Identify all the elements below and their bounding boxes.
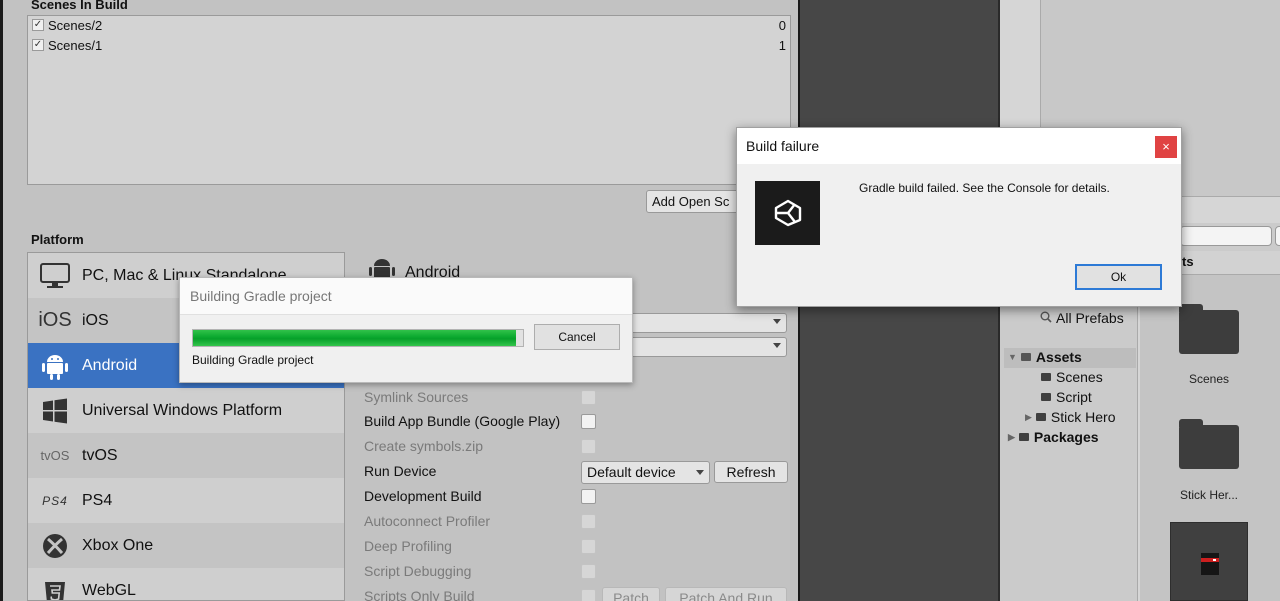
folder-icon — [1020, 353, 1031, 361]
autoconnect-profiler-checkbox[interactable] — [581, 514, 596, 529]
build-app-bundle-checkbox[interactable] — [581, 414, 596, 429]
expand-arrow-icon[interactable]: ▼ — [1008, 352, 1017, 362]
platform-item-webgl[interactable]: WebGL — [28, 568, 344, 600]
tree-item-script[interactable]: Script — [1041, 389, 1092, 405]
progress-bar-fill — [193, 330, 517, 346]
scene-index: 0 — [778, 17, 786, 33]
tree-label: Scenes — [1056, 369, 1103, 385]
progress-dialog-body: Cancel Building Gradle project — [180, 314, 632, 382]
scene-index: 1 — [778, 37, 786, 53]
ninja-sprite-icon — [1201, 553, 1219, 575]
windows-icon — [36, 398, 74, 424]
platform-item-tvos[interactable]: tvOS tvOS — [28, 433, 344, 478]
platform-label: WebGL — [82, 581, 136, 599]
tree-item-all-prefabs[interactable]: All Prefabs — [1040, 310, 1124, 326]
build-failure-dialog: Build failure × Gradle build failed. See… — [736, 127, 1182, 307]
progress-dialog: Building Gradle project Cancel Building … — [179, 277, 633, 383]
tree-label: Script — [1056, 389, 1092, 405]
setting-development-build: Development Build — [364, 488, 482, 504]
ios-icon: iOS — [38, 309, 72, 331]
tree-label: Stick Hero — [1050, 409, 1116, 425]
scene-name: Scenes/1 — [48, 37, 103, 53]
dialog-message: Gradle build failed. See the Console for… — [859, 181, 1110, 195]
refresh-button[interactable]: Refresh — [714, 461, 788, 483]
grid-item-label: Stick Her... — [1179, 488, 1238, 502]
platform-label: iOS — [82, 311, 109, 329]
create-symbols-checkbox[interactable] — [581, 439, 596, 454]
tree-label: Assets — [1035, 349, 1082, 365]
platform-label: tvOS — [82, 446, 118, 464]
platform-title: Platform — [31, 232, 84, 247]
scene-name: Scenes/2 — [48, 17, 103, 33]
scenes-in-build-title: Scenes In Build — [31, 0, 128, 12]
chevron-down-icon — [696, 470, 704, 475]
close-button[interactable]: × — [1155, 136, 1177, 158]
scene-checkbox[interactable]: ✓ — [32, 39, 44, 51]
html5-icon — [36, 577, 74, 600]
platform-item-uwp[interactable]: Universal Windows Platform — [28, 388, 344, 433]
monitor-icon — [36, 262, 74, 290]
scene-row[interactable]: ✓ Scenes/2 0 — [32, 17, 786, 33]
android-icon — [36, 352, 74, 380]
setting-script-debugging: Script Debugging — [364, 563, 472, 579]
platform-label: Xbox One — [82, 536, 154, 554]
run-device-value: Default device — [587, 464, 676, 480]
symlink-sources-checkbox[interactable] — [581, 390, 596, 405]
expand-arrow-icon[interactable]: ▶ — [1025, 412, 1032, 423]
tree-item-assets[interactable]: ▼ Assets — [1008, 349, 1082, 365]
chevron-down-icon — [773, 319, 781, 324]
folder-icon — [1035, 413, 1046, 421]
setting-build-app-bundle: Build App Bundle (Google Play) — [364, 413, 561, 429]
tree-label: Packages — [1033, 429, 1099, 445]
tree-item-packages[interactable]: ▶ Packages — [1008, 429, 1099, 445]
unity-logo-icon — [755, 181, 820, 245]
search-input[interactable] — [1180, 226, 1272, 246]
script-debugging-checkbox[interactable] — [581, 564, 596, 579]
scripts-only-build-checkbox[interactable] — [581, 589, 596, 601]
grid-item-label: Scenes — [1188, 372, 1230, 386]
folder-icon — [1018, 433, 1029, 441]
patch-button[interactable]: Patch — [602, 587, 660, 601]
scene-checkbox[interactable]: ✓ — [32, 19, 44, 31]
dialog-title: Build failure — [746, 138, 820, 154]
platform-label: Android — [82, 356, 138, 374]
deep-profiling-checkbox[interactable] — [581, 539, 596, 554]
scenes-list[interactable]: ✓ Scenes/2 0 ✓ Scenes/1 1 — [27, 15, 791, 185]
platform-label: PS4 — [82, 491, 113, 509]
tree-item-stick-hero[interactable]: ▶ Stick Hero — [1025, 409, 1116, 425]
ok-button[interactable]: Ok — [1075, 264, 1162, 290]
platform-item-ps4[interactable]: PS4 PS4 — [28, 478, 344, 523]
progress-bar — [192, 329, 524, 347]
prefab-thumbnail[interactable] — [1170, 522, 1248, 601]
tvos-icon: tvOS — [40, 448, 70, 463]
tree-label: All Prefabs — [1056, 310, 1124, 326]
run-device-dropdown[interactable]: Default device — [581, 461, 710, 484]
setting-create-symbols: Create symbols.zip — [364, 438, 484, 454]
setting-symlink-sources: Symlink Sources — [364, 389, 469, 405]
platform-label: Universal Windows Platform — [82, 401, 283, 419]
progress-status-text: Building Gradle project — [192, 353, 314, 367]
search-input-secondary[interactable] — [1275, 226, 1280, 246]
cancel-button[interactable]: Cancel — [534, 324, 620, 350]
platform-item-xbox[interactable]: Xbox One — [28, 523, 344, 568]
xbox-icon — [36, 533, 74, 559]
tree-item-scenes[interactable]: Scenes — [1041, 369, 1103, 385]
folder-icon[interactable] — [1179, 304, 1239, 354]
dialog-titlebar: Build failure × — [737, 128, 1181, 164]
setting-scripts-only-build: Scripts Only Build — [364, 588, 475, 601]
folder-icon — [1041, 373, 1051, 381]
patch-and-run-button[interactable]: Patch And Run — [665, 587, 787, 601]
folder-icon[interactable] — [1179, 419, 1239, 469]
setting-run-device: Run Device — [364, 463, 437, 479]
expand-arrow-icon[interactable]: ▶ — [1008, 432, 1015, 443]
progress-dialog-title: Building Gradle project — [190, 288, 332, 304]
folder-icon — [1041, 393, 1051, 401]
development-build-checkbox[interactable] — [581, 489, 596, 504]
setting-deep-profiling: Deep Profiling — [364, 538, 452, 554]
search-icon — [1040, 310, 1052, 326]
chevron-down-icon — [773, 343, 781, 348]
ps4-icon: PS4 — [42, 493, 68, 508]
setting-autoconnect-profiler: Autoconnect Profiler — [364, 513, 491, 529]
scene-row[interactable]: ✓ Scenes/1 1 — [32, 37, 786, 53]
